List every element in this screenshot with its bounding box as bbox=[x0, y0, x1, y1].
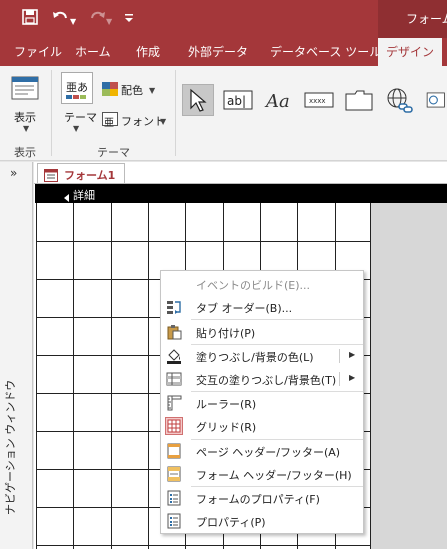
group-divider bbox=[175, 70, 176, 156]
window-title: フォーム bbox=[406, 12, 447, 26]
menu-separator bbox=[191, 319, 363, 320]
colors-button-label[interactable]: 配色 bbox=[121, 82, 143, 98]
menu-item-build-event: イベントのビルド(E)... bbox=[162, 273, 364, 295]
textbox-control-icon[interactable]: ab| bbox=[222, 84, 254, 116]
fonts-button-label[interactable]: フォント bbox=[121, 113, 165, 129]
select-pointer-icon[interactable] bbox=[182, 84, 214, 116]
fonts-icon[interactable]: 亜 bbox=[102, 112, 118, 129]
detail-section-label: 詳細 bbox=[73, 189, 95, 202]
menu-item-label: 貼り付け(P) bbox=[196, 327, 256, 340]
tab-create[interactable]: 作成 bbox=[136, 38, 160, 66]
form-properties-icon bbox=[166, 490, 182, 506]
redo-icon bbox=[88, 9, 106, 29]
menu-item-label: フォームのプロパティ(F) bbox=[196, 493, 320, 506]
svg-text:xxxx: xxxx bbox=[309, 97, 326, 105]
svg-text:亜: 亜 bbox=[104, 118, 114, 128]
menu-item-label: ページ ヘッダー/フッター(A) bbox=[196, 446, 341, 459]
submenu-divider bbox=[339, 349, 340, 363]
theme-button-label[interactable]: テーマ bbox=[64, 109, 97, 125]
grid-line bbox=[36, 241, 371, 242]
title-bar: ▼ ▼ フォーム bbox=[0, 0, 447, 38]
grid-line bbox=[370, 203, 371, 549]
button-control-icon[interactable]: xxxx bbox=[303, 84, 335, 116]
properties-icon bbox=[166, 513, 182, 529]
menu-item-label: 交互の塗りつぶし/背景色(T) bbox=[196, 374, 337, 387]
svg-text:Aa: Aa bbox=[264, 91, 290, 112]
menu-item-alternate-fill-color[interactable]: 交互の塗りつぶし/背景色(T) ▶ bbox=[162, 368, 364, 390]
submenu-arrow-icon: ▶ bbox=[349, 350, 356, 359]
web-browser-control-icon[interactable] bbox=[423, 84, 447, 116]
form-header-footer-icon bbox=[166, 466, 182, 482]
submenu-divider bbox=[339, 372, 340, 386]
grid-line bbox=[36, 545, 371, 546]
label-control-icon[interactable]: Aa bbox=[263, 84, 295, 116]
tab-file[interactable]: ファイル bbox=[14, 38, 62, 66]
menu-item-ruler[interactable]: ルーラー(R) bbox=[162, 392, 364, 414]
expand-nav-chevron-icon[interactable]: » bbox=[10, 166, 17, 180]
customize-qat-icon[interactable] bbox=[124, 12, 134, 30]
grid-line bbox=[73, 203, 74, 549]
view-button-label[interactable]: 表示 bbox=[14, 109, 36, 125]
theme-group-label: テーマ bbox=[97, 146, 130, 159]
document-tab-label: フォーム1 bbox=[64, 169, 116, 182]
fill-bucket-icon bbox=[166, 348, 182, 364]
menu-item-fill-back-color[interactable]: 塗りつぶし/背景の色(L) ▶ bbox=[162, 345, 364, 367]
tab-external-data[interactable]: 外部データ bbox=[188, 38, 248, 66]
form-canvas-background bbox=[371, 203, 447, 549]
colors-dropdown-icon: ▼ bbox=[149, 86, 156, 95]
ribbon: 表示 ▼ 表示 亜あ テーマ ▼ 配色 ▼ 亜 フォント ▼ テーマ ab| A… bbox=[0, 66, 447, 161]
tab-control-icon[interactable] bbox=[343, 84, 375, 116]
grid-line bbox=[111, 203, 112, 549]
undo-icon[interactable] bbox=[52, 9, 70, 29]
grid-line bbox=[148, 203, 149, 549]
tab-database-tools[interactable]: データベース ツール bbox=[270, 38, 381, 66]
paste-icon bbox=[166, 324, 182, 340]
grid-line bbox=[36, 203, 37, 549]
navigation-pane-title: ナビゲーション ウィンドウ bbox=[2, 380, 18, 515]
fonts-dropdown-icon: ▼ bbox=[160, 117, 167, 126]
menu-item-paste[interactable]: 貼り付け(P) bbox=[162, 321, 364, 343]
menu-item-label: フォーム ヘッダー/フッター(H) bbox=[196, 469, 352, 482]
hyperlink-control-icon[interactable] bbox=[383, 84, 415, 116]
detail-section-bar[interactable]: 詳細 bbox=[35, 184, 447, 203]
view-dropdown-icon: ▼ bbox=[23, 124, 30, 133]
menu-item-form-properties[interactable]: フォームのプロパティ(F) bbox=[162, 487, 364, 509]
theme-icon[interactable]: 亜あ bbox=[61, 72, 93, 104]
menu-item-label: イベントのビルド(E)... bbox=[196, 279, 311, 292]
page-header-footer-icon bbox=[166, 443, 182, 459]
view-icon[interactable] bbox=[10, 74, 42, 106]
redo-dropdown-icon: ▼ bbox=[106, 17, 113, 26]
menu-item-page-header-footer[interactable]: ページ ヘッダー/フッター(A) bbox=[162, 440, 364, 462]
tab-order-icon bbox=[166, 299, 182, 315]
tab-design[interactable]: デザイン bbox=[378, 38, 443, 66]
group-divider bbox=[51, 70, 52, 156]
grid-checked-icon bbox=[165, 417, 183, 435]
colors-icon[interactable] bbox=[102, 81, 118, 96]
undo-dropdown-icon[interactable]: ▼ bbox=[70, 13, 76, 31]
menu-item-label: タブ オーダー(B)... bbox=[196, 302, 293, 315]
ruler-icon bbox=[166, 395, 182, 411]
context-menu: イベントのビルド(E)... タブ オーダー(B)... 貼り付け(P) 塗りつ… bbox=[160, 270, 364, 534]
theme-dropdown-icon: ▼ bbox=[73, 124, 80, 133]
menu-item-tab-order[interactable]: タブ オーダー(B)... bbox=[162, 296, 364, 318]
save-icon[interactable] bbox=[22, 9, 38, 29]
form1-document-tab[interactable]: フォーム1 bbox=[37, 163, 125, 183]
menu-item-label: 塗りつぶし/背景の色(L) bbox=[196, 351, 314, 364]
ribbon-tab-bar: ファイル ホーム 作成 外部データ データベース ツール デザイン bbox=[0, 38, 447, 66]
svg-text:亜あ: 亜あ bbox=[66, 81, 88, 94]
menu-item-properties[interactable]: プロパティ(P) bbox=[162, 510, 364, 532]
menu-item-label: ルーラー(R) bbox=[196, 398, 257, 411]
menu-item-form-header-footer[interactable]: フォーム ヘッダー/フッター(H) bbox=[162, 463, 364, 485]
menu-item-label: グリッド(R) bbox=[196, 421, 257, 434]
submenu-arrow-icon: ▶ bbox=[349, 373, 356, 382]
svg-text:ab|: ab| bbox=[227, 94, 246, 108]
view-group-label: 表示 bbox=[14, 146, 36, 159]
alternate-fill-icon bbox=[166, 371, 182, 387]
menu-item-label: プロパティ(P) bbox=[196, 516, 266, 529]
menu-item-grid[interactable]: グリッド(R) bbox=[162, 415, 364, 437]
tab-home[interactable]: ホーム bbox=[75, 38, 111, 66]
